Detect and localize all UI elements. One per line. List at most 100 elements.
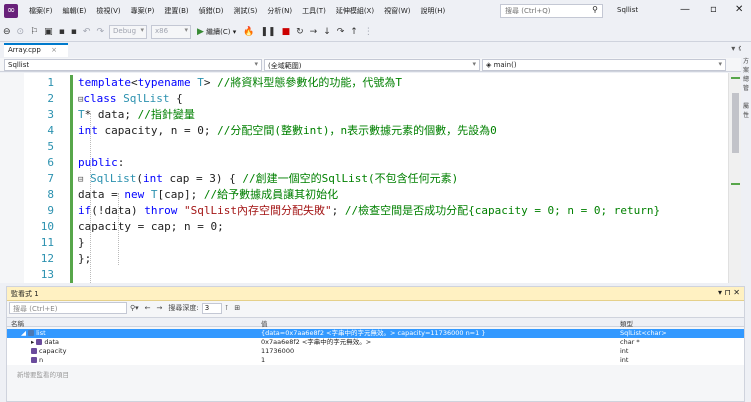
pin-icon[interactable]: ⊺: [222, 304, 232, 312]
scrollbar-thumb[interactable]: [732, 93, 739, 153]
code-line[interactable]: 5: [0, 139, 741, 155]
close-icon[interactable]: ✕: [735, 4, 743, 15]
search-icon[interactable]: ⚲▾: [127, 304, 142, 312]
minimize-icon[interactable]: —: [680, 4, 690, 15]
change-indicator: [70, 203, 73, 219]
new-item-icon[interactable]: ⚐: [27, 27, 41, 37]
project-dropdown[interactable]: Sqllist ▾: [4, 59, 262, 71]
variable-name: capacity: [39, 347, 67, 355]
scope-dropdown[interactable]: (全域範圍) ▾: [264, 59, 480, 71]
menu-item[interactable]: 偵錯(D): [194, 6, 229, 16]
indent-guide: [118, 193, 119, 265]
menu-bar: 檔案(F) 編輯(E) 檢視(V) 專案(P) 建置(B) 偵錯(D) 測試(S) 分析(N)…: [24, 6, 450, 16]
close-tab-icon[interactable]: ×: [51, 46, 57, 54]
menu-item[interactable]: 測試(S): [228, 6, 262, 16]
member-dropdown[interactable]: ◈ main() ▾: [482, 59, 726, 71]
search-input[interactable]: 搜尋 (Ctrl+Q) ⚲: [500, 4, 603, 18]
toolbar-misc-icon[interactable]: ⋮: [361, 27, 376, 37]
save-all-icon[interactable]: ▪: [68, 27, 80, 37]
code-text: template<typename T> //將資料型態參數化的功能，代號為T: [78, 76, 402, 89]
continue-button[interactable]: ▶ 繼續(C) ▾: [193, 27, 240, 37]
code-text: public:: [78, 156, 125, 169]
menu-item[interactable]: 工具(T): [297, 6, 331, 16]
code-line[interactable]: 11 }: [0, 235, 741, 251]
back-icon[interactable]: ⊖: [0, 27, 14, 37]
side-panel-tabs[interactable]: 方案總管屬性: [741, 43, 751, 283]
menu-item[interactable]: 延伸模組(X): [331, 6, 379, 16]
code-line[interactable]: 7 ⊟ SqlList(int cap = 3) { //創建一個空的SqlLis…: [0, 171, 741, 187]
project-dropdown-value: Sqllist: [8, 61, 30, 69]
search-placeholder: 搜尋 (Ctrl+Q): [505, 7, 551, 15]
title-bar: ∞ 檔案(F) 編輯(E) 檢視(V) 專案(P) 建置(B) 偵錯(D) 測試(S) 分析(…: [0, 0, 751, 22]
watch-row-name: capacity: [31, 347, 252, 356]
change-marker: [731, 77, 740, 79]
watch-row[interactable]: capacity 11736000 int: [7, 347, 744, 356]
watch-row-type: int: [620, 347, 629, 355]
line-number: 2: [47, 92, 54, 105]
menu-item[interactable]: 視窗(W): [379, 6, 415, 16]
search-previous-icon[interactable]: ←: [142, 304, 154, 312]
watch-row[interactable]: ◢ list {data=0x7aa6e8f2 <字串中的字元無效。> capac…: [7, 329, 744, 338]
watch-search-input[interactable]: 搜尋 (Ctrl+E): [9, 302, 127, 314]
code-line[interactable]: 4 int capacity, n = 0; //分配空間(整數int)，n表示…: [0, 123, 741, 139]
search-depth-select[interactable]: 3: [201, 302, 222, 314]
code-line[interactable]: 13: [0, 267, 741, 283]
undo-icon[interactable]: ↶: [80, 27, 94, 37]
step-out-icon[interactable]: ↑: [347, 27, 361, 37]
menu-item[interactable]: 分析(N): [262, 6, 297, 16]
configuration-select[interactable]: Debug: [109, 24, 147, 39]
column-type-header[interactable]: 類型: [616, 318, 633, 328]
hot-reload-icon[interactable]: 🔥: [240, 27, 257, 37]
change-indicator: [70, 267, 73, 283]
tab-array-cpp[interactable]: Array.cpp ×: [4, 43, 68, 57]
forward-icon[interactable]: ⊙: [14, 27, 28, 37]
code-line[interactable]: 2 ⊟class SqlList {: [0, 91, 741, 107]
show-next-statement-icon[interactable]: →: [307, 27, 321, 37]
expand-arrow-icon[interactable]: ◢: [21, 329, 28, 337]
step-into-icon[interactable]: ↓: [320, 27, 334, 37]
search-next-icon[interactable]: →: [154, 304, 166, 312]
watch-window-title: 監看式 1 ▾ ⊓ ✕: [7, 287, 744, 301]
maximize-icon[interactable]: ▫: [710, 4, 717, 15]
code-line[interactable]: 1 template<typename T> //將資料型態參數化的功能，代號為T: [0, 75, 741, 91]
step-over-icon[interactable]: ↷: [334, 27, 348, 37]
scope-dropdown-value: (全域範圍): [268, 62, 302, 70]
code-line[interactable]: 9 if(!data) throw "SqlList內存空間分配失敗"; //檢…: [0, 203, 741, 219]
code-text: T* data; //指針變量: [78, 108, 195, 121]
code-editor[interactable]: 1 template<typename T> //將資料型態參數化的功能，代號為T…: [0, 73, 741, 283]
view-icon[interactable]: ⊞: [231, 304, 243, 312]
save-icon[interactable]: ▪: [56, 27, 68, 37]
watch-row[interactable]: n 1 int: [7, 356, 744, 365]
stop-icon[interactable]: ■: [279, 27, 294, 37]
open-folder-icon[interactable]: ▣: [41, 27, 56, 37]
code-line[interactable]: 6 public:: [0, 155, 741, 171]
redo-icon[interactable]: ↷: [93, 27, 107, 37]
code-text: if(!data) throw "SqlList內存空間分配失敗"; //檢查空…: [78, 204, 661, 217]
code-line[interactable]: 3 T* data; //指針變量: [0, 107, 741, 123]
vertical-scrollbar[interactable]: [728, 73, 741, 283]
column-name-header[interactable]: 名稱: [7, 318, 24, 328]
menu-item[interactable]: 說明(H): [415, 6, 450, 16]
add-watch-placeholder[interactable]: 新增要監看的項目: [17, 369, 69, 379]
indent-guide: [90, 113, 91, 283]
code-line[interactable]: 12};: [0, 251, 741, 267]
break-all-icon[interactable]: ❚❚: [257, 27, 278, 37]
watch-row-value: 1: [261, 356, 266, 364]
menu-item[interactable]: 建置(B): [159, 6, 193, 16]
watch-row[interactable]: ▸ data 0x7aa6e8f2 <字串中的字元無效。> char *: [7, 338, 744, 347]
watch-row-type: SqlList<char>: [620, 329, 667, 337]
change-indicator: [70, 107, 73, 123]
chevron-down-icon: ▾: [718, 60, 722, 68]
code-line[interactable]: 10 capacity = cap; n = 0;: [0, 219, 741, 235]
restart-icon[interactable]: ↻: [293, 27, 307, 37]
menu-item[interactable]: 檢視(V): [91, 6, 125, 16]
document-tab-bar: Array.cpp × ▾ ⚙: [0, 43, 751, 57]
platform-select[interactable]: x86: [151, 24, 191, 39]
menu-item[interactable]: 專案(P): [126, 6, 160, 16]
menu-item[interactable]: 編輯(E): [58, 6, 92, 16]
code-line[interactable]: 8 data = new T[cap]; //給予數據成員讓其初始化: [0, 187, 741, 203]
window-controls-icon[interactable]: ▾ ⊓ ✕: [718, 288, 740, 297]
menu-item[interactable]: 檔案(F): [24, 6, 58, 16]
change-indicator: [70, 171, 73, 187]
column-value-header[interactable]: 值: [257, 318, 268, 328]
